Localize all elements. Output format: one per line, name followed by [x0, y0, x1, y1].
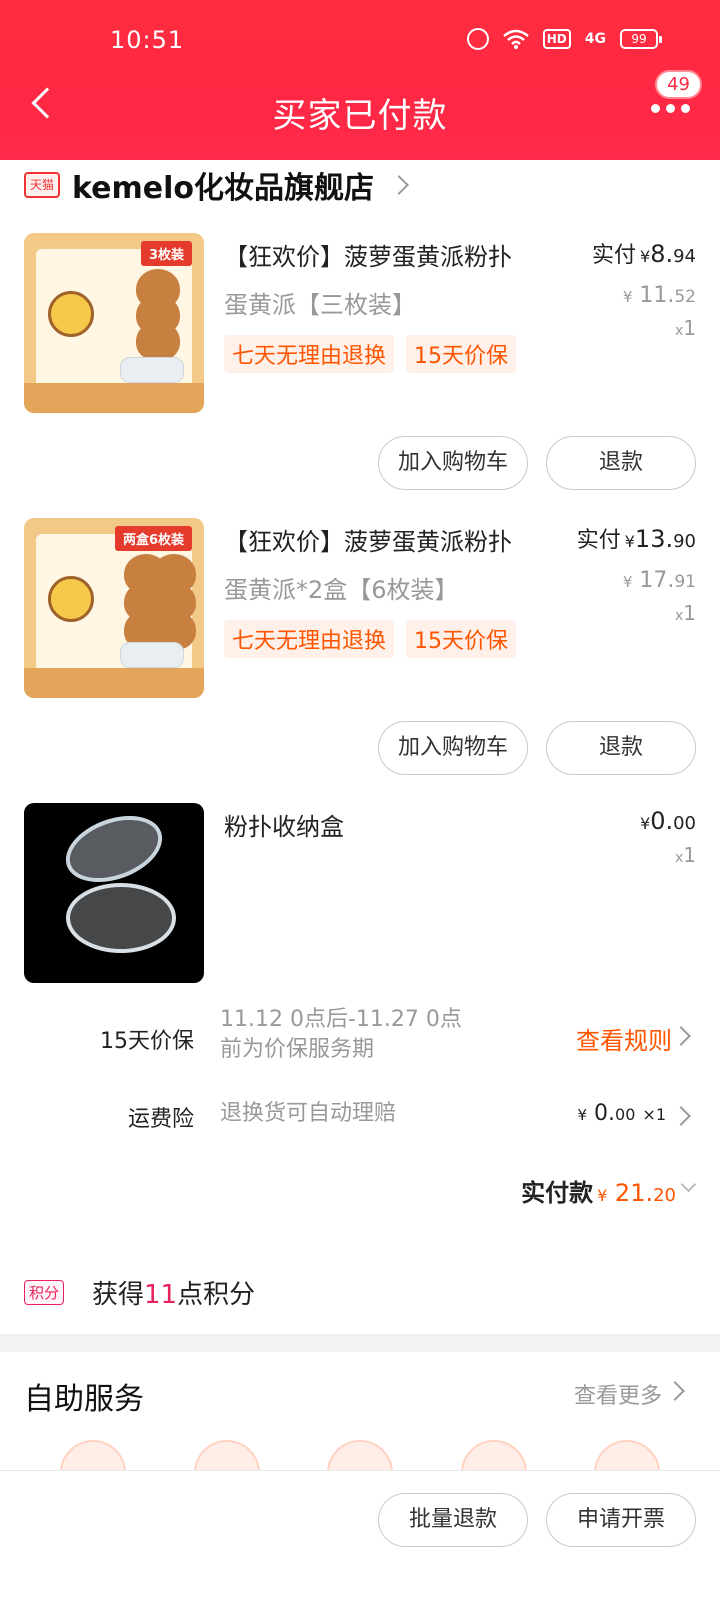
price-protection-label: 15天价保 [100, 1029, 194, 1054]
bottom-actions: 批量退款 申请开票 [378, 1493, 696, 1547]
original-price: ¥ 17.91 [622, 568, 696, 593]
header: 10:51 HD 4G 99 买家已付款 49 [0, 0, 720, 160]
apply-invoice-button[interactable]: 申请开票 [546, 1493, 696, 1547]
order-item[interactable]: 3枚装 【狂欢价】菠萝蛋黄派粉扑 蛋黄派【三枚装】 七天无理由退换 15天价保 … [24, 233, 696, 503]
bottom-action-bar: 批量退款 申请开票 [0, 1470, 720, 1608]
self-service-card: 自助服务 查看更多 [0, 1352, 720, 1506]
chevron-right-icon [671, 1026, 691, 1046]
total-label: 实付款 [521, 1179, 594, 1207]
order-item[interactable]: 两盒6枚装 【狂欢价】菠萝蛋黄派粉扑 蛋黄派*2盒【6枚装】 七天无理由退换 1… [24, 518, 696, 788]
status-bar: 10:51 HD 4G 99 [0, 26, 720, 58]
add-to-cart-button[interactable]: 加入购物车 [378, 436, 528, 490]
price-column: ¥0.00 x1 [636, 807, 696, 867]
price-column: 实付 ¥8.94 ¥ 11.52 x1 [592, 237, 696, 340]
item-tags: 七天无理由退换 15天价保 [224, 620, 517, 658]
total-row[interactable]: 实付款 ¥ 21.20 [521, 1173, 676, 1208]
view-more-link[interactable]: 查看更多 [574, 1378, 662, 1410]
battery-icon: 99 [620, 29, 662, 49]
shipping-insurance-value: ¥ 0.00 ×1 [577, 1101, 667, 1126]
product-image[interactable]: 两盒6枚装 [24, 518, 204, 698]
chevron-down-icon[interactable] [680, 1176, 697, 1193]
status-icons: HD 4G 99 [466, 28, 662, 50]
tmall-icon: 天猫 [24, 172, 60, 198]
paid-price: ¥0.00 [640, 807, 696, 835]
points-text: 获得11点积分 [92, 1280, 256, 1310]
order-item[interactable]: 粉扑收纳盒 ¥0.00 x1 [24, 803, 696, 983]
view-rules-link[interactable]: 查看规则 [576, 1021, 672, 1056]
points-card: 积分 获得11点积分 [0, 1250, 720, 1334]
alarm-icon [466, 28, 489, 50]
price-column: 实付 ¥13.90 ¥ 17.91 x1 [577, 522, 696, 625]
self-service-title: 自助服务 [24, 1382, 144, 1417]
more-icon[interactable] [651, 104, 690, 113]
signal-icon: 4G [584, 31, 606, 47]
total-amount: ¥ 21.20 [597, 1179, 676, 1207]
shop-name: kemelo化妆品旗舰店 [72, 171, 374, 206]
shipping-insurance-text: 退换货可自动理赔 [220, 1101, 397, 1126]
price-protection-row[interactable]: 15天价保 11.12 0点后-11.27 0点前为价保服务期 查看规则 [0, 1005, 720, 1075]
item-actions: 加入购物车 退款 [378, 436, 696, 490]
add-to-cart-button[interactable]: 加入购物车 [378, 721, 528, 775]
status-time: 10:51 [110, 26, 185, 54]
wifi-icon [502, 29, 529, 49]
product-image-tag: 3枚装 [140, 241, 192, 266]
quantity: x1 [674, 601, 696, 625]
shipping-insurance-label: 运费险 [127, 1107, 194, 1132]
item-tags: 七天无理由退换 15天价保 [224, 335, 517, 373]
message-badge: 49 [655, 70, 702, 99]
batch-refund-button[interactable]: 批量退款 [378, 1493, 528, 1547]
shop-row[interactable]: 天猫 kemelo化妆品旗舰店 [24, 165, 409, 206]
paid-price: 实付 ¥13.90 [576, 525, 696, 553]
item-sku: 蛋黄派【三枚装】 [224, 291, 416, 319]
service-tag: 15天价保 [406, 620, 517, 658]
order-detail-page: 10:51 HD 4G 99 买家已付款 49 天猫 kemelo化妆品旗舰店 [0, 0, 720, 1608]
refund-button[interactable]: 退款 [546, 721, 696, 775]
item-title[interactable]: 【狂欢价】菠萝蛋黄派粉扑 [224, 237, 554, 272]
shipping-insurance-row[interactable]: 运费险 退换货可自动理赔 ¥ 0.00 ×1 [0, 1097, 720, 1137]
chevron-right-icon [671, 1106, 691, 1126]
order-card: 天猫 kemelo化妆品旗舰店 3枚装 【狂欢价】菠萝蛋黄派粉扑 蛋黄派【三枚装… [0, 155, 720, 1260]
item-title[interactable]: 粉扑收纳盒 [224, 807, 554, 842]
item-title[interactable]: 【狂欢价】菠萝蛋黄派粉扑 [224, 522, 534, 557]
product-image-tag: 两盒6枚装 [114, 526, 192, 551]
hd-icon: HD [542, 29, 571, 49]
item-sku: 蛋黄派*2盒【6枚装】 [224, 576, 459, 604]
quantity: x1 [674, 316, 696, 340]
service-tag: 七天无理由退换 [224, 335, 395, 373]
original-price: ¥ 11.52 [622, 283, 696, 308]
chevron-right-icon [389, 175, 409, 195]
product-image[interactable]: 3枚装 [24, 233, 204, 413]
points-tag: 积分 [24, 1280, 65, 1305]
product-image[interactable] [24, 803, 204, 983]
chevron-right-icon [665, 1381, 685, 1401]
service-tag: 15天价保 [406, 335, 517, 373]
price-protection-text: 11.12 0点后-11.27 0点前为价保服务期 [220, 1007, 462, 1062]
quantity: x1 [674, 843, 696, 867]
service-tag: 七天无理由退换 [224, 620, 395, 658]
page-title: 买家已付款 [272, 96, 448, 136]
paid-price: 实付 ¥8.94 [591, 240, 696, 268]
item-actions: 加入购物车 退款 [378, 721, 696, 775]
refund-button[interactable]: 退款 [546, 436, 696, 490]
